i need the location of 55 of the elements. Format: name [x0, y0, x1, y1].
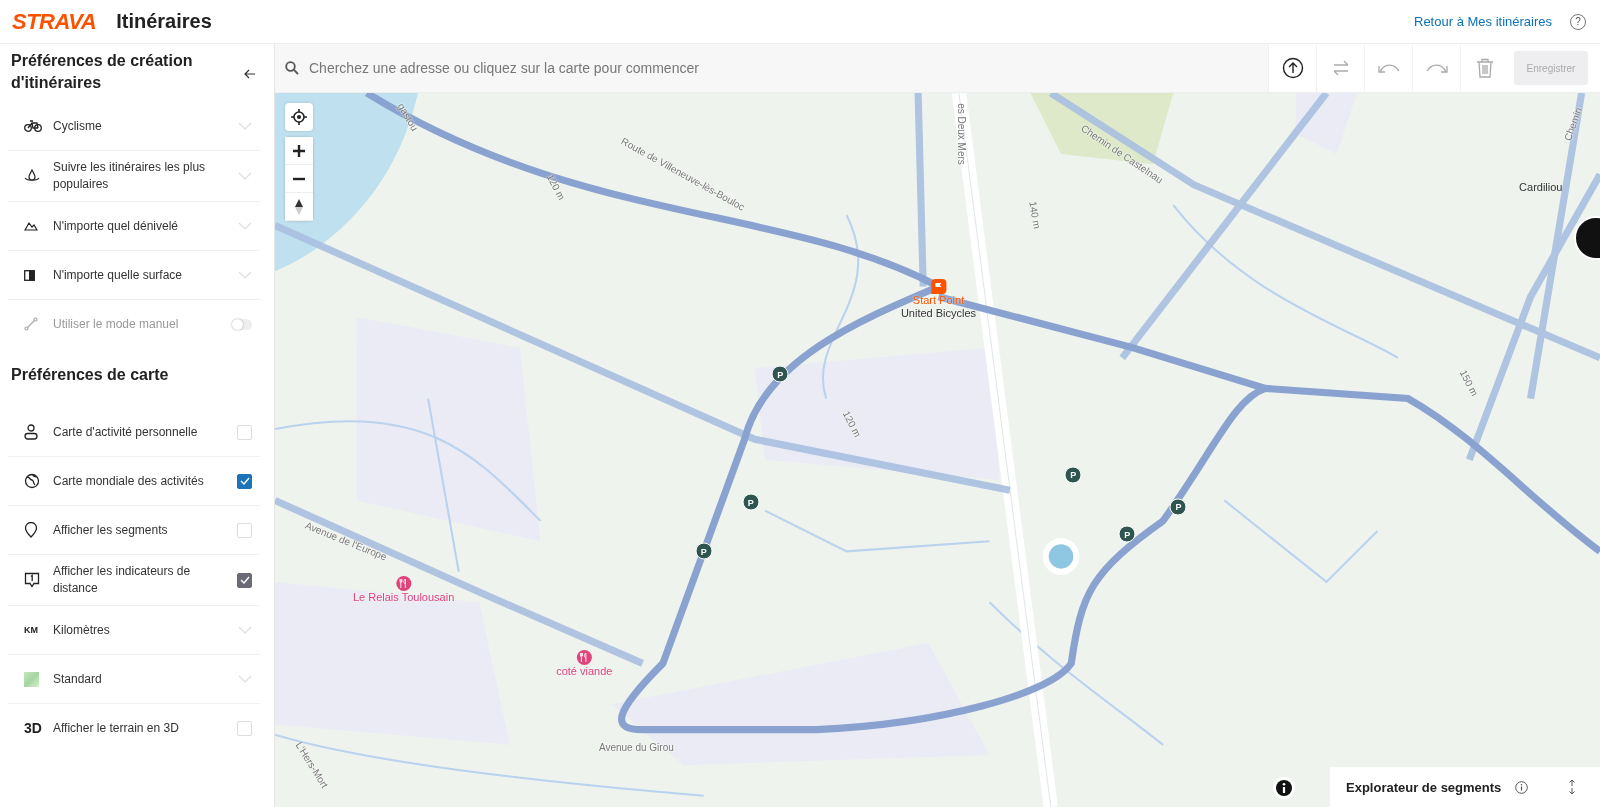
checkbox[interactable] — [237, 473, 252, 489]
locate-button[interactable] — [285, 103, 313, 131]
plus-icon — [293, 144, 305, 157]
option-label: Utiliser le mode manuel — [53, 315, 180, 333]
road-label: 120 m — [544, 171, 568, 202]
road-label: 120 m — [840, 409, 864, 439]
road-label: es Deux Mers — [955, 102, 967, 165]
road-label: 140 m — [1027, 200, 1044, 230]
distance-marker-icon — [24, 572, 40, 588]
road-label: Avenue du Girou — [598, 741, 674, 753]
road-label: Chemin — [1562, 105, 1585, 142]
mountain-icon — [24, 221, 38, 231]
place-label: Cardiliou — [1519, 180, 1563, 193]
option-label: Standard — [53, 670, 103, 688]
location-pin-icon — [24, 522, 38, 538]
section-title: Préférences de carte — [10, 365, 170, 385]
zoom-in-button[interactable] — [285, 137, 313, 165]
line-segment-icon — [24, 317, 38, 331]
person-icon — [24, 424, 38, 440]
drop-icon — [24, 169, 40, 183]
option-label: N'importe quel dénivelé — [53, 217, 180, 235]
back-link[interactable]: Retour à Mes itinéraires — [1414, 14, 1552, 29]
half-square-icon — [24, 269, 35, 281]
map-thumbnail-icon — [24, 671, 39, 687]
crosshair-icon — [291, 109, 307, 125]
bicycle-icon — [24, 120, 42, 132]
option-label: Carte d'activité personnelle — [53, 423, 199, 441]
compass-button[interactable] — [285, 193, 313, 221]
info-icon — [1276, 780, 1292, 796]
expand-arrows-icon[interactable] — [1568, 779, 1576, 795]
help-button[interactable]: ? — [1570, 13, 1586, 30]
option-label: Carte mondiale des activités — [53, 472, 205, 490]
panel-title: Explorateur de segments — [1346, 779, 1502, 795]
option-label: Kilomètres — [53, 621, 111, 639]
zoom-out-button[interactable] — [285, 165, 313, 193]
compass-icon — [295, 198, 303, 215]
search-icon — [285, 61, 299, 75]
search-field[interactable]: Cherchez une adresse ou cliquez sur la carte pour commencer — [275, 44, 1268, 92]
poi-label[interactable]: United Bicycles — [900, 306, 977, 320]
poi-label[interactable]: coté viande — [556, 665, 613, 679]
segment-explorer-panel[interactable]: Explorateur de segments — [1330, 767, 1600, 807]
option-label: Cyclisme — [53, 117, 103, 135]
option-label: N'importe quelle surface — [53, 266, 184, 284]
option-label: Afficher les segments — [53, 521, 169, 539]
info-icon[interactable] — [1515, 780, 1529, 794]
unit-icon: 3D — [24, 720, 42, 736]
unit-icon: KM — [24, 625, 38, 635]
page-title: Itinéraires — [116, 10, 212, 33]
sidebar-title: Préférences de création d'itinéraires — [11, 51, 194, 93]
option-label: Afficher le terrain en 3D — [53, 719, 180, 737]
option-label: Afficher les indicateurs de distance — [53, 563, 192, 597]
road-label: 150 m — [1457, 368, 1481, 399]
collapse-arrow-icon[interactable] — [244, 69, 256, 79]
globe-icon — [24, 473, 40, 489]
option-label: Suivre les itinéraires les plus populaires — [53, 159, 207, 193]
